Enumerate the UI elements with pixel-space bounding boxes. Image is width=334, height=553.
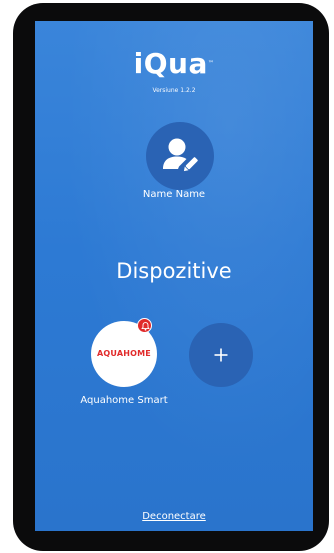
app-screen: iQua™ Versiune 1.2.2 Name Name Dispoziti…	[35, 21, 313, 531]
logout-link[interactable]: Deconectare	[35, 511, 313, 522]
trademark-mark: ™	[207, 60, 215, 67]
profile-avatar-button[interactable]	[146, 122, 214, 190]
add-device-button[interactable]	[189, 323, 253, 387]
version-label: Versiune 1.2.2	[152, 87, 196, 94]
device-name-label: Aquahome Smart	[80, 395, 168, 406]
user-name: Name Name	[142, 189, 206, 200]
logo-text: iQua	[133, 47, 208, 80]
bell-icon	[141, 322, 150, 331]
iqua-logo: iQua™	[35, 49, 313, 79]
device-brand-logo: AQUAHOME	[97, 349, 151, 358]
user-edit-icon	[163, 138, 198, 172]
devices-heading: Dispozitive	[116, 259, 232, 283]
plus-icon	[214, 348, 228, 362]
device-alert-badge[interactable]	[137, 318, 152, 333]
